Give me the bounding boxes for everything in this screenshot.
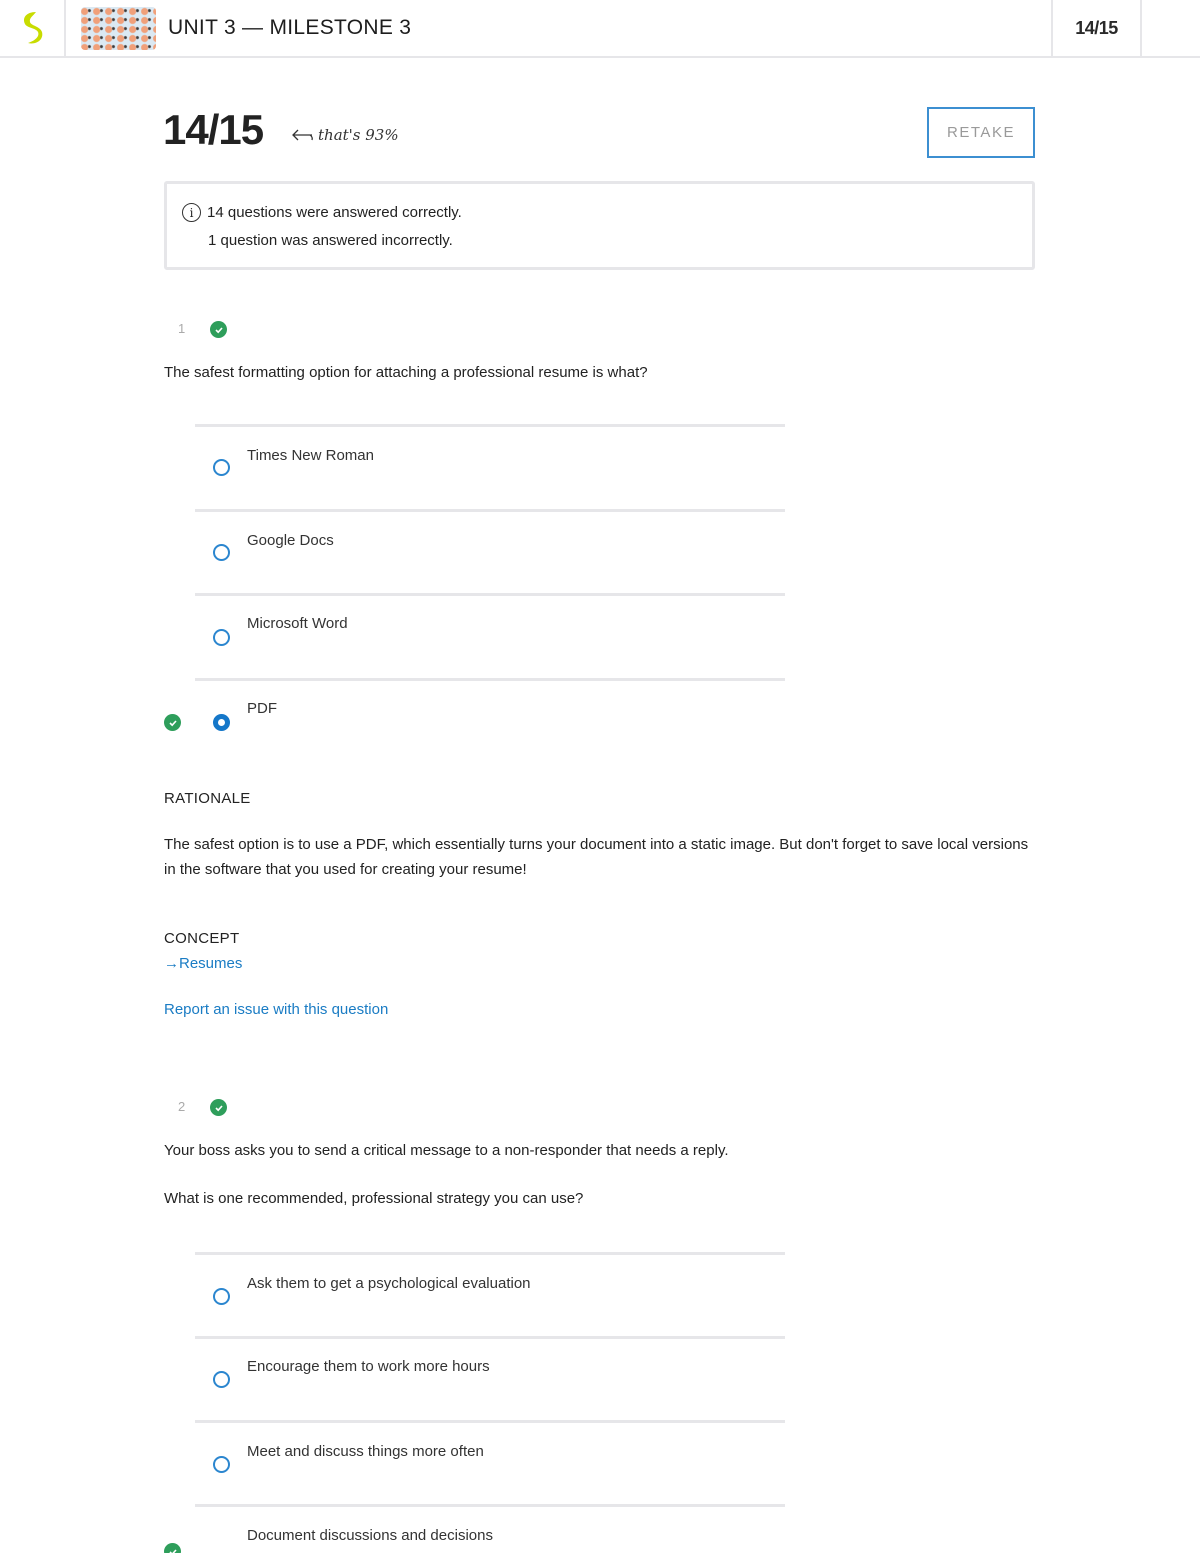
- question-text: The safest formatting option for attachi…: [164, 364, 648, 381]
- option-label[interactable]: Meet and discuss things more often: [247, 1443, 484, 1460]
- info-icon: i: [182, 203, 201, 222]
- percent-note: that's 93%: [290, 126, 399, 144]
- option-radio[interactable]: [213, 1456, 230, 1473]
- retake-button[interactable]: RETAKE: [927, 107, 1035, 158]
- option-label[interactable]: Times New Roman: [247, 447, 374, 464]
- option-label[interactable]: Ask them to get a psychological evaluati…: [247, 1275, 531, 1292]
- concept-link[interactable]: →Resumes: [164, 955, 242, 972]
- option-label[interactable]: Document discussions and decisions: [247, 1527, 493, 1544]
- question-text-2: What is one recommended, professional st…: [164, 1190, 584, 1207]
- percent-text: that's 93%: [318, 126, 399, 144]
- correct-answer-check-icon: [164, 714, 181, 731]
- option-radio[interactable]: [213, 544, 230, 561]
- correct-check-icon: [210, 321, 227, 338]
- option-label[interactable]: Google Docs: [247, 532, 334, 549]
- option-radio[interactable]: [213, 629, 230, 646]
- option-divider: [195, 678, 785, 681]
- arrow-right-icon: →: [164, 955, 179, 972]
- results-summary: i 14 questions were answered correctly. …: [164, 181, 1035, 270]
- option-divider: [195, 593, 785, 596]
- correct-answer-check-icon: [164, 1543, 181, 1553]
- question-text: Your boss asks you to send a critical me…: [164, 1142, 729, 1159]
- option-divider: [195, 1504, 785, 1507]
- option-radio[interactable]: [213, 1371, 230, 1388]
- option-divider: [195, 424, 785, 427]
- option-divider: [195, 1420, 785, 1423]
- option-radio[interactable]: [213, 459, 230, 476]
- option-divider: [195, 1252, 785, 1255]
- concept-heading: CONCEPT: [164, 930, 240, 947]
- course-thumbnail: [81, 7, 156, 50]
- option-label[interactable]: Microsoft Word: [247, 615, 348, 632]
- correct-check-icon: [210, 1099, 227, 1116]
- option-radio[interactable]: [213, 1288, 230, 1305]
- logo-cell[interactable]: [0, 0, 66, 56]
- question-number: 2: [178, 1099, 186, 1114]
- sophia-logo-icon: [24, 12, 43, 44]
- option-label[interactable]: Encourage them to work more hours: [247, 1358, 490, 1375]
- top-bar: UNIT 3 — MILESTONE 3 14/15: [0, 0, 1200, 58]
- option-label[interactable]: PDF: [247, 700, 277, 717]
- rationale-heading: RATIONALE: [164, 790, 251, 807]
- course-title: UNIT 3 — MILESTONE 3: [168, 16, 412, 39]
- score-total: 14/15: [163, 106, 264, 153]
- header-score: 14/15: [1051, 0, 1142, 56]
- report-issue-link[interactable]: Report an issue with this question: [164, 1001, 388, 1018]
- question-number: 1: [178, 321, 186, 336]
- option-radio-selected[interactable]: [213, 714, 230, 731]
- summary-incorrect: 1 question was answered incorrectly.: [208, 232, 453, 249]
- option-divider: [195, 1336, 785, 1339]
- arrow-left-icon: [292, 129, 313, 141]
- option-divider: [195, 509, 785, 512]
- concept-link-label: Resumes: [179, 955, 243, 972]
- summary-correct: 14 questions were answered correctly.: [207, 204, 462, 221]
- rationale-text: The safest option is to use a PDF, which…: [164, 836, 1029, 878]
